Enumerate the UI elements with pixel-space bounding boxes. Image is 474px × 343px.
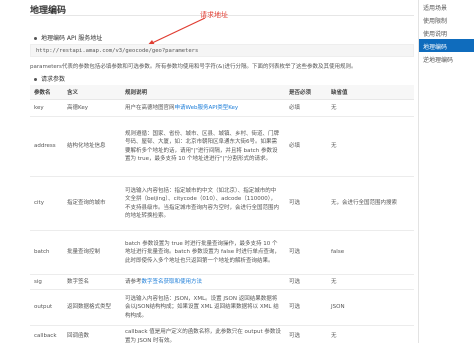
toc-item-limits[interactable]: 使用限制 [419, 13, 474, 26]
cell-rule: 规则遵循：国家、省份、城市、区县、城镇、乡村、街道、门牌号码、屋邨、大厦，如：北… [121, 116, 285, 177]
cell-name: key [30, 99, 63, 117]
cell-meaning: 回调函数 [63, 325, 121, 343]
cell-required: 必填 [285, 116, 327, 177]
cell-rule: batch 参数设置为 true 时进行批量查询操作，最多支持 10 个地址进行… [121, 230, 285, 275]
cell-meaning: 数字签名 [63, 274, 121, 290]
rule-prefix: 请参考 [125, 278, 142, 285]
table-row: batch 批量查询控制 batch 参数设置为 true 时进行批量查询操作，… [30, 230, 414, 275]
header-required: 是否必须 [285, 85, 327, 100]
params-table: 参数名 含义 规则说明 是否必须 缺省值 key 高德Key 用户在高德地图官网… [30, 85, 414, 343]
cell-required: 可选 [285, 274, 327, 290]
api-section-heading: 地理编码 API 服务地址 [34, 33, 102, 42]
cell-rule: callback 值是用户定义的函数名称，此参数只在 output 参数设置为 … [121, 325, 285, 343]
cell-required: 可选 [285, 289, 327, 326]
cell-rule: 可选输入内容包括：指定城市的中文（如北京）、指定城市的中文全拼（beijing）… [121, 176, 285, 231]
header-rule: 规则说明 [121, 85, 285, 100]
api-url-box: http://restapi.amap.com/v3/geocode/geo?p… [30, 44, 414, 57]
cell-default: 无 [327, 274, 414, 290]
cell-name: output [30, 289, 63, 326]
cell-name: sig [30, 274, 63, 290]
cell-name: address [30, 116, 63, 177]
header-meaning: 含义 [63, 85, 121, 100]
cell-meaning: 返回数据格式类型 [63, 289, 121, 326]
cell-rule: 可选输入内容包括：JSON，XML。设置 JSON 返回结果数据将会以JSON结… [121, 289, 285, 326]
table-row: output 返回数据格式类型 可选输入内容包括：JSON，XML。设置 JSO… [30, 289, 414, 326]
api-section-heading-text: 地理编码 API 服务地址 [41, 35, 103, 42]
table-row: city 指定查询的城市 可选输入内容包括：指定城市的中文（如北京）、指定城市的… [30, 176, 414, 231]
bullet-icon [34, 37, 37, 40]
rule-prefix: 用户在高德地图官网 [125, 104, 175, 111]
cell-required: 可选 [285, 325, 327, 343]
annotation-label: 请求地址 [200, 11, 228, 19]
cell-required: 可选 [285, 230, 327, 275]
cell-meaning: 高德Key [63, 99, 121, 117]
params-section-heading: 请求参数 [34, 74, 65, 83]
table-row: address 结构化地址信息 规则遵循：国家、省份、城市、区县、城镇、乡村、街… [30, 116, 414, 177]
params-section-heading-text: 请求参数 [41, 76, 66, 83]
cell-default: 无 [327, 325, 414, 343]
header-name: 参数名 [30, 85, 63, 100]
table-header-row: 参数名 含义 规则说明 是否必须 缺省值 [30, 85, 414, 100]
cell-default: JSON [327, 289, 414, 326]
cell-default: false [327, 230, 414, 275]
cell-name: city [30, 176, 63, 231]
table-row: sig 数字签名 请参考数字签名获取和使用方法 可选 无 [30, 274, 414, 290]
cell-required: 必填 [285, 99, 327, 117]
cell-rule: 请参考数字签名获取和使用方法 [121, 274, 285, 290]
cell-meaning: 结构化地址信息 [63, 116, 121, 177]
cell-rule: 用户在高德地图官网申请Web服务API类型Key [121, 99, 285, 117]
table-row: callback 回调函数 callback 值是用户定义的函数名称，此参数只在… [30, 325, 414, 343]
api-url: http://restapi.amap.com/v3/geocode/geo?p… [36, 48, 199, 54]
cell-meaning: 指定查询的城市 [63, 176, 121, 231]
cell-default: 无 [327, 99, 414, 117]
toc-item-scenarios[interactable]: 适用场景 [419, 0, 474, 13]
cell-meaning: 批量查询控制 [63, 230, 121, 275]
cell-default: 无，会进行全国范围内搜索 [327, 176, 414, 231]
apply-key-link[interactable]: 申请Web服务API类型Key [175, 105, 239, 111]
param-description: parameters代表的参数包括必填参数和可选参数。所有参数均使用和号字符(&… [30, 64, 357, 70]
header-default: 缺省值 [327, 85, 414, 100]
toc-sidebar: 适用场景 使用限制 使用说明 地理编码 逆地理编码 [418, 0, 474, 343]
cell-default: 无 [327, 116, 414, 177]
cell-name: batch [30, 230, 63, 275]
toc-item-usage[interactable]: 使用说明 [419, 26, 474, 39]
table-row: key 高德Key 用户在高德地图官网申请Web服务API类型Key 必填 无 [30, 99, 414, 117]
bullet-icon [34, 78, 37, 81]
toc-item-regeocode[interactable]: 逆地理编码 [419, 52, 474, 65]
signature-link[interactable]: 数字签名获取和使用方法 [142, 279, 203, 285]
cell-required: 可选 [285, 176, 327, 231]
cell-name: callback [30, 325, 63, 343]
toc-item-geocode[interactable]: 地理编码 [419, 39, 474, 52]
